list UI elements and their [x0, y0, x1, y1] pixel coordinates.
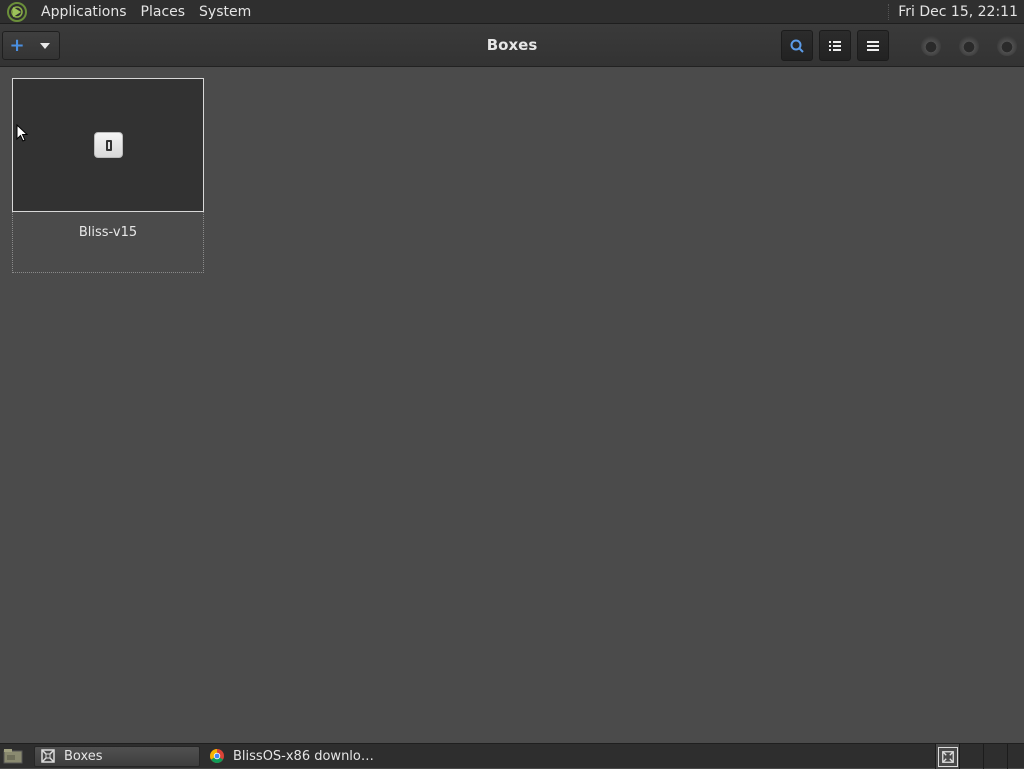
distro-logo-icon[interactable]	[6, 1, 28, 23]
phone-icon	[94, 132, 123, 158]
panel-separator	[888, 3, 892, 20]
search-button[interactable]	[781, 30, 813, 61]
menu-places[interactable]: Places	[134, 0, 193, 24]
boxes-collection-view: Bliss-v15	[0, 67, 1024, 743]
workspace-2[interactable]	[959, 744, 983, 769]
taskbar-item-label: Boxes	[64, 748, 103, 764]
close-button[interactable]	[997, 36, 1017, 56]
workspace-3[interactable]	[983, 744, 1007, 769]
headerbar: + Boxes	[0, 24, 1024, 67]
workspace-1[interactable]	[935, 744, 959, 769]
bottom-panel: Boxes BlissOS-x86 downlo…	[0, 743, 1024, 769]
list-icon	[829, 40, 841, 51]
list-view-button[interactable]	[819, 30, 851, 61]
mouse-cursor-icon	[16, 124, 28, 142]
box-item[interactable]: Bliss-v15	[12, 78, 204, 273]
box-thumbnail[interactable]	[12, 78, 204, 212]
clock[interactable]: Fri Dec 15, 22:11	[898, 4, 1024, 20]
top-panel: Applications Places System Fri Dec 15, 2…	[0, 0, 1024, 24]
minimize-button[interactable]	[921, 36, 941, 56]
menu-applications[interactable]: Applications	[34, 0, 134, 24]
taskbar-item-label: BlissOS-x86 downlo…	[233, 748, 374, 764]
plus-icon: +	[9, 34, 25, 56]
show-desktop-icon[interactable]	[2, 747, 24, 765]
taskbar-item-chrome[interactable]: BlissOS-x86 downlo…	[204, 746, 374, 767]
boxes-app-icon	[937, 746, 958, 767]
taskbar-item-boxes[interactable]: Boxes	[34, 745, 200, 767]
chrome-icon	[210, 749, 224, 763]
boxes-app-icon	[41, 749, 55, 763]
maximize-button[interactable]	[959, 36, 979, 56]
selection-menu-button[interactable]	[857, 30, 889, 61]
search-icon	[790, 39, 804, 53]
menu-system[interactable]: System	[192, 0, 258, 24]
chevron-down-icon[interactable]	[31, 42, 59, 49]
workspace-switcher	[935, 744, 1024, 769]
hamburger-menu-icon	[867, 40, 879, 51]
workspace-4[interactable]	[1007, 744, 1024, 769]
new-box-button[interactable]: +	[2, 31, 60, 60]
box-name: Bliss-v15	[78, 225, 138, 240]
